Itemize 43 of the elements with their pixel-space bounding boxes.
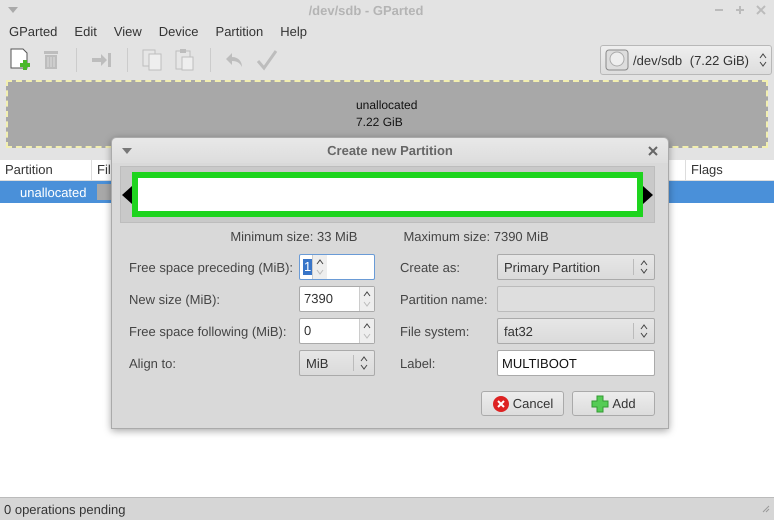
menu-item[interactable]: GParted (3, 24, 64, 38)
field-label: File system: (400, 324, 470, 338)
spin-arrows-icon[interactable] (359, 319, 374, 343)
menu-item[interactable]: Partition (210, 24, 270, 38)
minimum-size-label: Minimum size: 33 MiB (230, 229, 358, 244)
close-icon[interactable] (648, 146, 658, 156)
field-label: Free space following (MiB): (129, 324, 288, 338)
resize-grip-icon[interactable] (762, 505, 770, 513)
field-label: New size (MiB): (129, 292, 222, 306)
spin-field[interactable]: 0 (299, 318, 375, 344)
field-label: Label: (400, 356, 436, 370)
text-field[interactable]: MULTIBOOT (497, 350, 655, 376)
status-text: 0 operations pending (4, 502, 126, 516)
table-cell-text: unallocated (19, 184, 86, 200)
field-label: Free space preceding (MiB): (129, 260, 294, 274)
spin-field[interactable]: 7390 (299, 286, 375, 312)
column-header[interactable]: Flags (686, 160, 723, 180)
plus-icon (591, 394, 610, 412)
new-partition-icon[interactable] (9, 48, 31, 72)
menu-item[interactable]: Help (274, 24, 313, 38)
spin-field[interactable]: 1 (299, 254, 375, 280)
spin-arrows-icon[interactable] (312, 255, 328, 279)
partition-label: unallocated (356, 97, 418, 114)
dropdown[interactable]: fat32 (497, 318, 655, 344)
partition-size: 7.22 GiB (356, 114, 404, 131)
device-selector[interactable]: /dev/sdb (7.22 GiB) (600, 45, 772, 75)
field-label: Partition name: (400, 292, 488, 306)
cancel-button[interactable]: Cancel (481, 391, 564, 416)
menu-item[interactable]: Device (152, 24, 205, 38)
maximize-icon[interactable] (735, 5, 745, 15)
window-menu-icon[interactable] (8, 7, 18, 13)
menu-item[interactable]: View (108, 24, 148, 38)
cancel-icon (492, 394, 510, 412)
field-label: Align to: (129, 356, 177, 370)
maximum-size-label: Maximum size: 7390 MiB (403, 229, 549, 244)
updown-arrows-icon (759, 53, 767, 67)
menu-item[interactable]: Edit (68, 24, 103, 38)
field-label: Create as: (400, 260, 461, 274)
column-header[interactable]: Partition (0, 160, 92, 180)
dropdown[interactable]: MiB (299, 350, 375, 376)
dropdown[interactable]: Primary Partition (497, 254, 655, 280)
add-button[interactable]: Add (572, 391, 655, 416)
spin-arrows-icon[interactable] (359, 287, 374, 311)
